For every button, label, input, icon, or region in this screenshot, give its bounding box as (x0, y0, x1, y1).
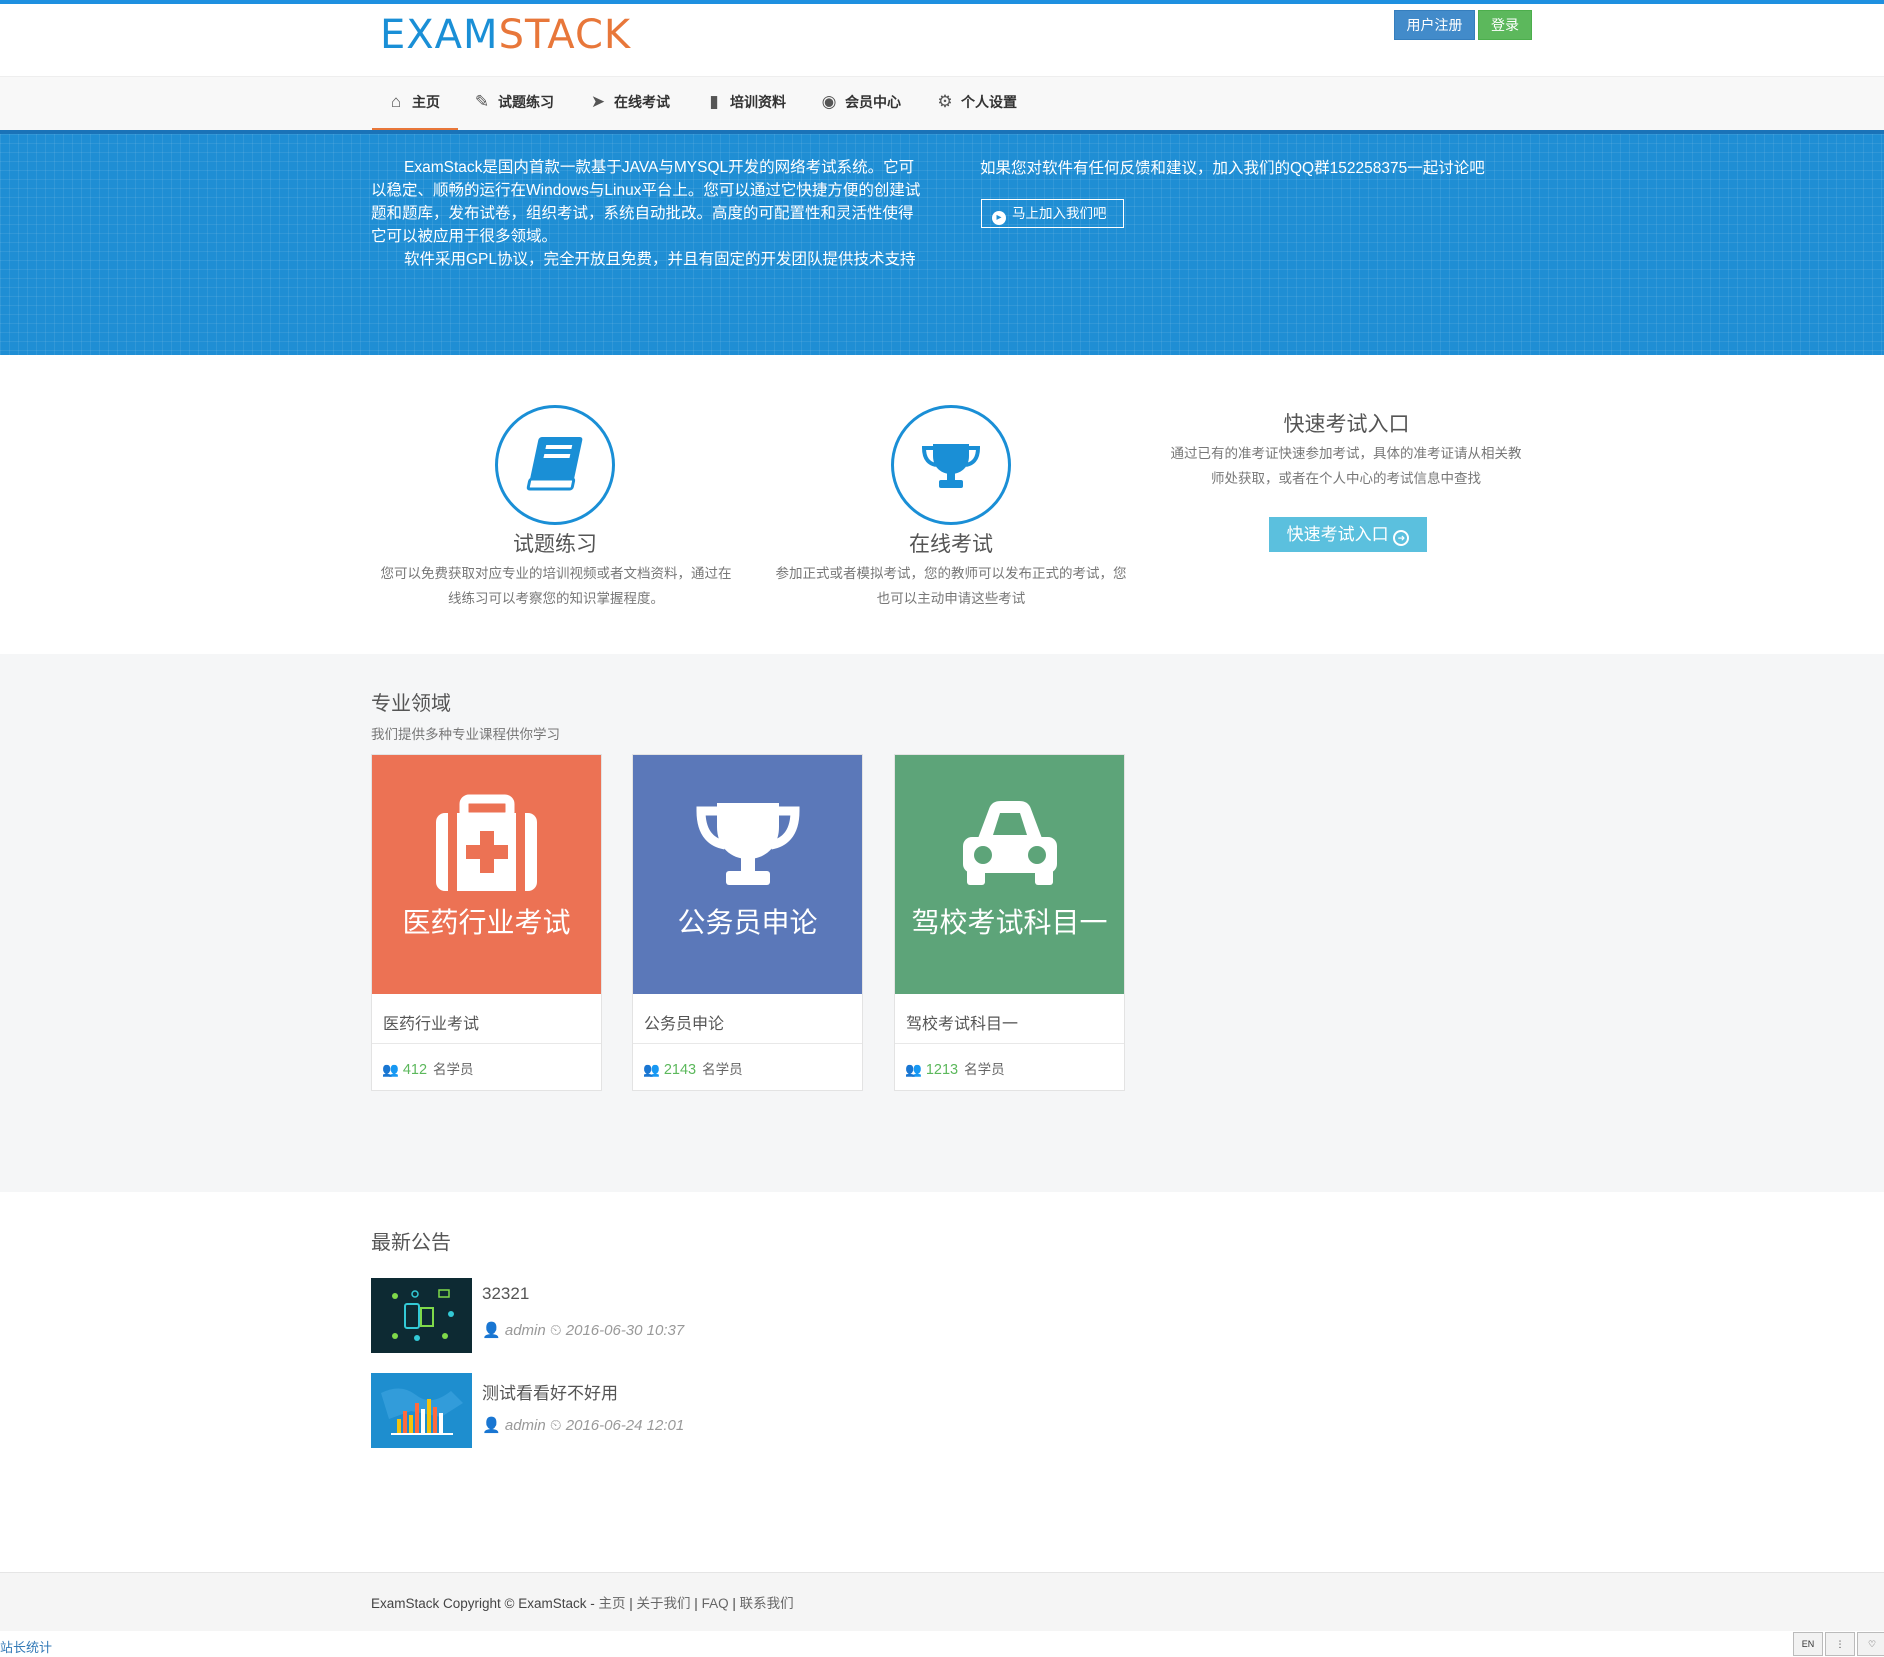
field-card-driving[interactable]: 驾校考试科目一 驾校考试科目一 👥 1213 名学员 (894, 754, 1125, 1091)
quick-exam-title: 快速考试入口 (1283, 413, 1410, 436)
practice-feature-title[interactable]: 试题练习 (455, 528, 655, 558)
nav-item-member[interactable]: ◉ 会员中心 (819, 77, 901, 131)
user-icon: 👤 (482, 1417, 501, 1434)
trophy-icon (921, 444, 981, 488)
nav-item-exam[interactable]: ➤ 在线考试 (588, 77, 670, 131)
main-nav: ⌂ 主页 ✎ 试题练习 ➤ 在线考试 ▮ 培训资料 ◉ 会员中心 ⚙ 个人设置 (0, 76, 1884, 131)
clock-icon: ⏲ (549, 1322, 562, 1339)
logo[interactable]: EXAMSTACK (380, 12, 631, 58)
card-divider (633, 1043, 862, 1044)
footer: ExamStack Copyright © ExamStack - 主页 | 关… (0, 1572, 1884, 1631)
nav-item-practice[interactable]: ✎ 试题练习 (472, 77, 554, 131)
header: EXAMSTACK 用户注册 登录 (0, 4, 1884, 76)
footer-link-contact[interactable]: 联系我们 (740, 1596, 794, 1611)
corner-toolbar: EN ⋮ ♡ (1791, 1632, 1884, 1657)
card-student-count: 👥 2143 名学员 (643, 1062, 743, 1078)
field-card-civil-service[interactable]: 公务员申论 公务员申论 👥 2143 名学员 (632, 754, 863, 1091)
users-icon: 👥 (643, 1062, 660, 1077)
join-us-button[interactable]: ▸ 马上加入我们吧 (981, 199, 1124, 228)
footer-link-about[interactable]: 关于我们 (637, 1596, 691, 1611)
site-stats-link[interactable]: 站长统计 (0, 1637, 52, 1656)
card-caption: 公务员申论 (677, 907, 818, 938)
card-banner[interactable]: 驾校考试科目一 (895, 755, 1124, 994)
nav-item-materials[interactable]: ▮ 培训资料 (704, 77, 786, 131)
user-icon: 👤 (482, 1322, 501, 1339)
hero-para-1: ExamStack是国内首款一款基于JAVA与MYSQL开发的网络考试系统。它可… (371, 159, 921, 245)
card-divider (372, 1043, 601, 1044)
car-icon (963, 801, 1057, 885)
quick-exam-desc: 通过已有的准考证快速参加考试，具体的准考证请从相关教 师处获取，或者在个人中心的… (1170, 446, 1522, 486)
news-item-title[interactable]: 32321 (482, 1284, 529, 1304)
card-caption: 驾校考试科目一 (911, 907, 1108, 938)
login-button[interactable]: 登录 (1478, 10, 1532, 40)
exam-feature-title[interactable]: 在线考试 (851, 528, 1051, 558)
card-name[interactable]: 驾校考试科目一 (906, 1010, 1018, 1034)
arrow-circle-right-icon: ➜ (1393, 530, 1410, 546)
footer-copyright: ExamStack Copyright © ExamStack - 主页 | 关… (371, 1596, 794, 1611)
dashboard-icon: ◉ (821, 92, 837, 111)
users-icon: 👥 (382, 1062, 399, 1077)
news-item-title[interactable]: 测试看看好不好用 (482, 1379, 618, 1404)
language-button[interactable]: EN (1793, 1632, 1823, 1656)
heart-icon[interactable]: ♡ (1857, 1632, 1884, 1656)
field-card-medical[interactable]: 医药行业考试 医药行业考试 👥 412 名学员 (371, 754, 602, 1091)
medkit-icon (436, 794, 537, 891)
users-icon: 👥 (905, 1062, 922, 1077)
fields-subtitle: 我们提供多种专业课程供你学习 (371, 727, 560, 742)
hero-banner: ExamStack是国内首款一款基于JAVA与MYSQL开发的网络考试系统。它可… (0, 134, 1884, 355)
quick-exam-button[interactable]: 快速考试入口 ➜ (1269, 517, 1427, 552)
fields-title: 专业领域 (371, 693, 451, 715)
card-student-count: 👥 1213 名学员 (905, 1062, 1005, 1078)
card-banner[interactable]: 公务员申论 (633, 755, 862, 994)
news-item-meta: 👤 admin ⏲ 2016-06-30 10:37 (482, 1322, 685, 1339)
card-name[interactable]: 医药行业考试 (383, 1010, 479, 1034)
news-thumbnail[interactable] (371, 1278, 472, 1353)
practice-feature-desc: 您可以免费获取对应专业的培训视频或者文档资料，通过在 线练习可以考察您的知识掌握… (380, 566, 732, 606)
card-student-count: 👥 412 名学员 (382, 1062, 474, 1078)
card-caption: 医药行业考试 (402, 907, 571, 938)
card-divider (895, 1043, 1124, 1044)
clock-icon: ⏲ (549, 1417, 562, 1434)
hero-para-2: 软件采用GPL协议，完全开放且免费，并且有固定的开发团队提供技术支持 (404, 251, 916, 268)
footer-link-faq[interactable]: FAQ (702, 1596, 729, 1611)
news-thumbnail[interactable] (371, 1373, 472, 1448)
paper-plane-icon: ➤ (590, 92, 606, 111)
more-icon[interactable]: ⋮ (1825, 1632, 1855, 1656)
hero-feedback-text: 如果您对软件有任何反馈和建议，加入我们的QQ群152258375一起讨论吧 (980, 160, 1485, 177)
home-icon: ⌂ (390, 92, 402, 111)
practice-feature-circle[interactable] (495, 405, 615, 525)
nav-item-home[interactable]: ⌂ 主页 (372, 77, 458, 131)
book-icon (526, 437, 583, 491)
register-button[interactable]: 用户注册 (1394, 10, 1475, 40)
nav-item-settings[interactable]: ⚙ 个人设置 (935, 77, 1017, 131)
news-title: 最新公告 (371, 1232, 451, 1254)
hero-intro: ExamStack是国内首款一款基于JAVA与MYSQL开发的网络考试系统。它可… (371, 156, 921, 271)
news-item-meta: 👤 admin ⏲ 2016-06-24 12:01 (482, 1417, 685, 1434)
footer-link-home[interactable]: 主页 (599, 1596, 626, 1611)
exam-feature-circle[interactable] (891, 405, 1011, 525)
card-banner[interactable]: 医药行业考试 (372, 755, 601, 994)
book-icon: ▮ (709, 92, 719, 111)
exam-feature-desc: 参加正式或者模拟考试，您的教师可以发布正式的考试，您 也可以主动申请这些考试 (775, 566, 1127, 606)
gears-icon: ⚙ (937, 92, 953, 111)
card-name[interactable]: 公务员申论 (644, 1010, 724, 1034)
trophy-icon (696, 803, 800, 885)
arrow-circle-icon: ▸ (992, 211, 1006, 225)
edit-icon: ✎ (474, 92, 490, 111)
